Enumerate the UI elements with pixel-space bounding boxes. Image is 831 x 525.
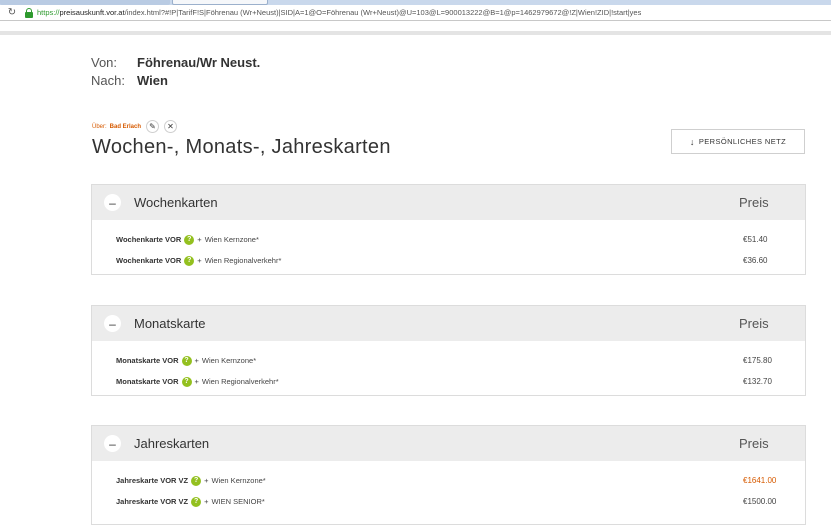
fare-zone: Wien Kernzone* xyxy=(201,356,257,365)
fare-zone: WIEN SENIOR* xyxy=(211,497,265,506)
close-icon[interactable]: ✕ xyxy=(164,120,178,133)
fare-zone: Wien Kernzone* xyxy=(204,235,259,244)
plus-sign: + xyxy=(204,497,209,506)
fare-zone: Wien Regionalverkehr* xyxy=(204,256,282,265)
edit-pen-icon[interactable]: ✎ xyxy=(146,120,160,133)
fare-name: Monatskarte VOR xyxy=(116,356,179,365)
from-value: Föhrenau/Wr Neust. xyxy=(137,55,261,70)
section-header[interactable]: – Wochenkarten Preis xyxy=(92,185,805,220)
info-icon[interactable]: ? xyxy=(181,376,192,387)
info-icon[interactable]: ? xyxy=(191,475,202,486)
fare-zone: Wien Kernzone* xyxy=(211,476,266,485)
section-header[interactable]: – Jahreskarten Preis xyxy=(92,426,805,461)
fare-name: Wochenkarte VOR xyxy=(116,256,182,265)
info-icon[interactable]: ? xyxy=(191,496,202,507)
plus-sign: + xyxy=(197,256,202,265)
price-header: Preis xyxy=(739,436,769,451)
fare-name: Jahreskarte VOR VZ xyxy=(116,476,189,485)
address-bar[interactable]: ↻ https://preisauskunft.vor.at/index.htm… xyxy=(0,5,831,21)
collapse-icon[interactable]: – xyxy=(104,435,121,452)
fare-row: Jahreskarte VOR VZ ? + Wien Kernzone* €1… xyxy=(92,470,805,491)
via-row: Über: Bad Erlach ✎ ✕ xyxy=(92,120,178,133)
fare-name: Monatskarte VOR xyxy=(116,377,179,386)
fare-price: €1500.00 xyxy=(743,497,777,506)
section-header[interactable]: – Monatskarte Preis xyxy=(92,306,805,341)
personal-network-label: PERSÖNLICHES NETZ xyxy=(698,137,787,146)
personal-network-button[interactable]: ↓ PERSÖNLICHES NETZ xyxy=(671,129,805,154)
info-icon[interactable]: ? xyxy=(181,355,192,366)
fare-row: Wochenkarte VOR ? + Wien Kernzone* €51.4… xyxy=(92,229,805,250)
reload-icon[interactable]: ↻ xyxy=(4,7,20,18)
plus-sign: + xyxy=(194,356,199,365)
header-divider xyxy=(0,31,831,35)
fare-zone: Wien Regionalverkehr* xyxy=(201,377,279,386)
collapse-icon[interactable]: – xyxy=(104,315,121,332)
via-place: Bad Erlach xyxy=(109,123,142,130)
fare-price: €51.40 xyxy=(743,235,768,244)
section-title: Monatskarte xyxy=(134,316,206,331)
fare-row: Monatskarte VOR ? + Wien Kernzone* €175.… xyxy=(92,350,805,371)
section-title: Jahreskarten xyxy=(134,436,210,451)
route-summary: Von: Föhrenau/Wr Neust. Nach: Wien xyxy=(91,54,260,90)
via-label: Über: xyxy=(92,123,107,130)
arrow-down-icon: ↓ xyxy=(689,136,695,147)
collapse-icon[interactable]: – xyxy=(104,194,121,211)
to-label: Nach: xyxy=(91,73,125,88)
price-header: Preis xyxy=(739,195,769,210)
fare-price: €36.60 xyxy=(743,256,768,265)
info-icon[interactable]: ? xyxy=(184,255,195,266)
section-jahreskarten: – Jahreskarten Preis Jahreskarte VOR VZ … xyxy=(91,425,806,525)
plus-sign: + xyxy=(204,476,209,485)
lock-icon xyxy=(24,7,34,18)
fare-price: €175.80 xyxy=(743,356,772,365)
fare-row: Monatskarte VOR ? + Wien Regionalverkehr… xyxy=(92,371,805,392)
info-icon[interactable]: ? xyxy=(184,234,195,245)
plus-sign: + xyxy=(194,377,199,386)
section-title: Wochenkarten xyxy=(134,195,218,210)
to-value: Wien xyxy=(137,73,168,88)
fare-name: Wochenkarte VOR xyxy=(116,235,182,244)
fare-price: €132.70 xyxy=(743,377,772,386)
section-wochenkarten: – Wochenkarten Preis Wochenkarte VOR ? +… xyxy=(91,184,806,275)
url-text[interactable]: https://preisauskunft.vor.at/index.html?… xyxy=(37,8,641,17)
fare-name: Jahreskarte VOR VZ xyxy=(116,497,189,506)
section-monatskarte: – Monatskarte Preis Monatskarte VOR ? + … xyxy=(91,305,806,396)
price-header: Preis xyxy=(739,316,769,331)
fare-row: Jahreskarte VOR VZ ? + WIEN SENIOR* €150… xyxy=(92,491,805,512)
plus-sign: + xyxy=(197,235,202,244)
from-label: Von: xyxy=(91,55,118,70)
fare-price-highlighted: €1641.00 xyxy=(743,476,777,485)
fare-row: Wochenkarte VOR ? + Wien Regionalverkehr… xyxy=(92,250,805,271)
page-title: Wochen-, Monats-, Jahreskarten xyxy=(92,136,391,158)
